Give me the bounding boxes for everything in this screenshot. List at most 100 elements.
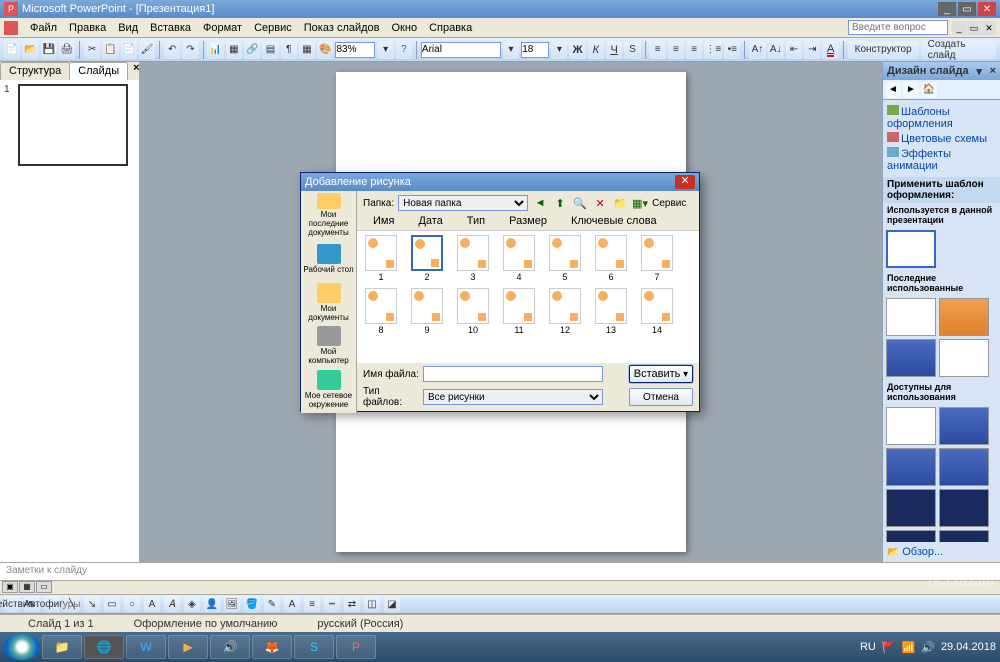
menu-insert[interactable]: Вставка: [144, 20, 197, 36]
line-icon[interactable]: ╲: [64, 596, 80, 612]
place-mydocs[interactable]: Мои документы: [303, 281, 355, 325]
menu-window[interactable]: Окно: [386, 20, 424, 36]
line-color-icon[interactable]: ✎: [264, 596, 280, 612]
tray-date[interactable]: 29.04.2018: [941, 641, 996, 653]
template-thumb[interactable]: [939, 530, 989, 542]
normal-view-button[interactable]: ▣: [2, 581, 18, 593]
template-thumb[interactable]: [939, 407, 989, 445]
shadow-button[interactable]: S: [624, 41, 640, 59]
new-folder-icon[interactable]: 📁: [612, 195, 628, 211]
task-explorer[interactable]: 📁: [42, 635, 82, 659]
tray-network-icon[interactable]: 📶: [902, 641, 916, 654]
template-thumb[interactable]: [939, 298, 989, 336]
save-button[interactable]: 💾: [41, 41, 57, 59]
wordart-icon[interactable]: 𝐴: [164, 596, 180, 612]
link-templates[interactable]: Шаблоны оформления: [887, 104, 996, 131]
hyperlink-button[interactable]: 🔗: [244, 41, 260, 59]
file-item[interactable]: 8: [361, 288, 401, 335]
help-icon[interactable]: ?: [396, 41, 412, 59]
col-keywords[interactable]: Ключевые слова: [559, 215, 669, 230]
align-right-button[interactable]: ≡: [686, 41, 702, 59]
file-item[interactable]: 13: [591, 288, 631, 335]
task-skype[interactable]: S: [294, 635, 334, 659]
copy-button[interactable]: 📋: [102, 41, 118, 59]
open-button[interactable]: 📂: [22, 41, 38, 59]
file-item[interactable]: 7: [637, 235, 677, 282]
task-media[interactable]: ▶: [168, 635, 208, 659]
delete-icon[interactable]: ✕: [592, 195, 608, 211]
decrease-indent-button[interactable]: ⇤: [786, 41, 802, 59]
menu-file[interactable]: Файл: [24, 20, 63, 36]
close-button[interactable]: ✕: [978, 2, 996, 16]
task-firefox[interactable]: 🦊: [252, 635, 292, 659]
underline-button[interactable]: Ч: [606, 41, 622, 59]
size-dropdown[interactable]: ▾: [551, 41, 567, 59]
zoom-input[interactable]: [335, 42, 375, 58]
folder-select[interactable]: Новая папка: [398, 195, 528, 211]
template-thumb[interactable]: [939, 339, 989, 377]
menu-help[interactable]: Справка: [423, 20, 478, 36]
place-mypc[interactable]: Мой компьютер: [303, 324, 355, 368]
template-thumb[interactable]: [886, 448, 936, 486]
file-item[interactable]: 5: [545, 235, 585, 282]
cut-button[interactable]: ✂: [84, 41, 100, 59]
nav-forward-icon[interactable]: ►: [903, 82, 919, 98]
file-item[interactable]: 1: [361, 235, 401, 282]
grid-button[interactable]: ▦: [299, 41, 315, 59]
col-type[interactable]: Тип: [455, 215, 497, 230]
template-thumb[interactable]: [939, 489, 989, 527]
design-button[interactable]: Конструктор: [848, 41, 919, 59]
font-size-input[interactable]: [521, 42, 549, 58]
template-thumb[interactable]: [886, 339, 936, 377]
sorter-view-button[interactable]: ▦: [19, 581, 35, 593]
file-item[interactable]: 9: [407, 288, 447, 335]
link-anim[interactable]: Эффекты анимации: [887, 146, 996, 173]
doc-close[interactable]: ✕: [982, 21, 996, 35]
new-button[interactable]: 📄: [4, 41, 20, 59]
task-word[interactable]: W: [126, 635, 166, 659]
file-item[interactable]: 14: [637, 288, 677, 335]
start-button[interactable]: [4, 634, 40, 660]
table-button[interactable]: ▦: [226, 41, 242, 59]
redo-button[interactable]: ↷: [182, 41, 198, 59]
task-pane-close[interactable]: ×: [990, 65, 996, 77]
tray-lang[interactable]: RU: [860, 641, 876, 653]
tray-flag-icon[interactable]: 🚩: [882, 641, 896, 654]
file-item[interactable]: 10: [453, 288, 493, 335]
tab-outline[interactable]: Структура: [0, 62, 70, 80]
file-item[interactable]: 6: [591, 235, 631, 282]
align-center-button[interactable]: ≡: [668, 41, 684, 59]
file-item[interactable]: 4: [499, 235, 539, 282]
help-search-input[interactable]: [848, 20, 948, 35]
actions-menu[interactable]: Действия: [4, 596, 20, 612]
3d-style-icon[interactable]: ◪: [384, 596, 400, 612]
oval-icon[interactable]: ○: [124, 596, 140, 612]
tools-menu[interactable]: Сервис: [652, 198, 686, 209]
picture-icon[interactable]: 🖼: [224, 596, 240, 612]
nav-back-icon[interactable]: ◄: [885, 82, 901, 98]
paste-button[interactable]: 📄: [121, 41, 137, 59]
italic-button[interactable]: К: [588, 41, 604, 59]
fill-color-icon[interactable]: 🪣: [244, 596, 260, 612]
col-date[interactable]: Дата: [406, 215, 454, 230]
file-item[interactable]: 11: [499, 288, 539, 335]
notes-pane[interactable]: Заметки к слайду: [0, 562, 1000, 580]
file-item[interactable]: 2: [407, 235, 447, 282]
arrow-style-icon[interactable]: ⇄: [344, 596, 360, 612]
dialog-close-button[interactable]: ✕: [675, 175, 695, 189]
insert-button[interactable]: Вставить ▾: [629, 365, 693, 383]
bullets-button[interactable]: •≡: [724, 41, 740, 59]
file-item[interactable]: 12: [545, 288, 585, 335]
menu-tools[interactable]: Сервис: [248, 20, 298, 36]
print-button[interactable]: 🖨: [59, 41, 75, 59]
place-network[interactable]: Мое сетевое окружение: [303, 368, 355, 412]
link-colors[interactable]: Цветовые схемы: [887, 131, 996, 146]
template-thumb[interactable]: [886, 298, 936, 336]
rectangle-icon[interactable]: ▭: [104, 596, 120, 612]
arrow-icon[interactable]: ↘: [84, 596, 100, 612]
maximize-button[interactable]: ▭: [958, 2, 976, 16]
chart-button[interactable]: 📊: [207, 41, 223, 59]
template-thumb-current[interactable]: [886, 230, 936, 268]
dash-style-icon[interactable]: ┅: [324, 596, 340, 612]
doc-restore[interactable]: ▭: [967, 21, 981, 35]
